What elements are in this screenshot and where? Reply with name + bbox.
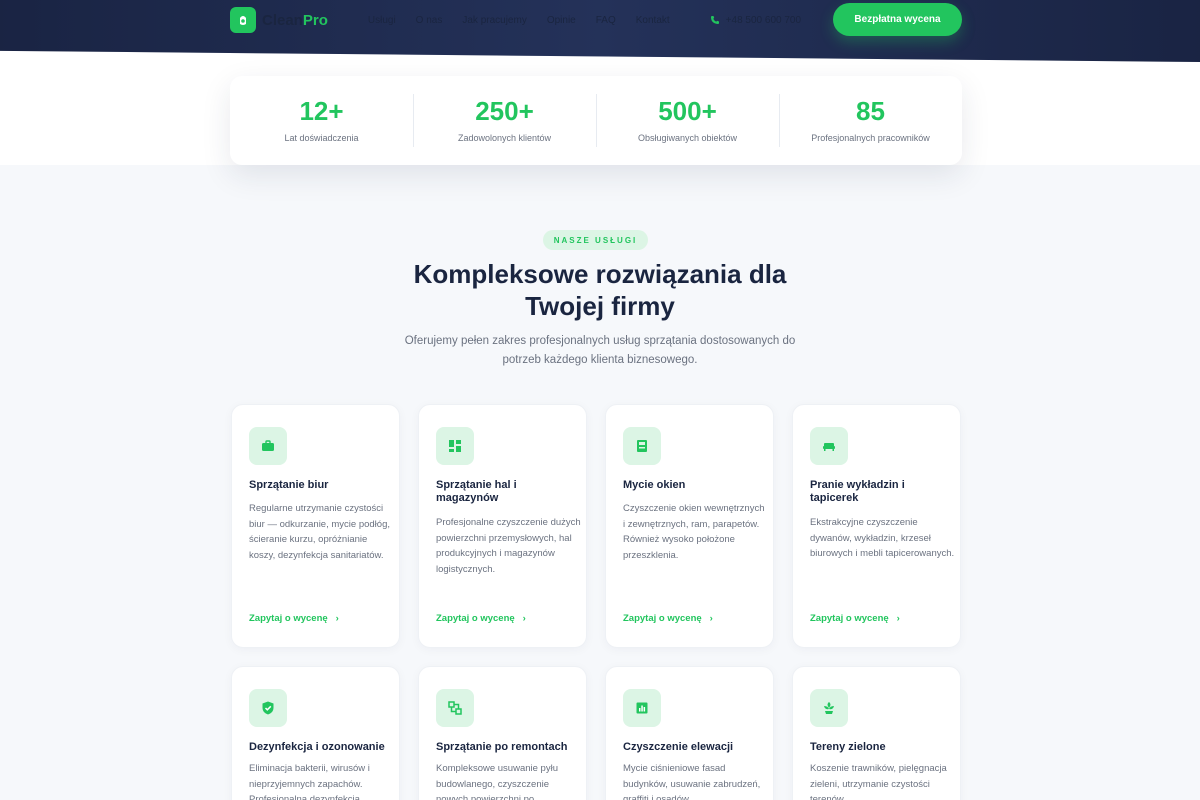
- chevron-right-icon: ›: [335, 613, 339, 624]
- service-description: Kompleksowe usuwanie pyłu budowlanego, c…: [436, 763, 558, 800]
- service-title: Sprzątanie biur: [249, 479, 329, 491]
- section-title: Kompleksowe rozwiązania dla Twojej firmy: [350, 258, 850, 322]
- service-title: Mycie okien: [623, 479, 686, 491]
- logo-text-clean: Clean: [262, 11, 303, 29]
- service-card[interactable]: Dezynfekcja i ozonowanie Eliminacja bakt…: [231, 666, 400, 800]
- building-icon: [623, 689, 661, 727]
- service-card[interactable]: Tereny zielone Koszenie trawników, pielę…: [792, 666, 961, 800]
- service-description: Ekstrakcyjne czyszczenie dywanów, wykład…: [810, 517, 955, 559]
- briefcase-icon: [249, 427, 287, 465]
- service-card[interactable]: Sprzątanie biur Regularne utrzymanie czy…: [231, 404, 400, 648]
- nav-link-kontakt[interactable]: Kontakt: [636, 15, 670, 26]
- quote-link[interactable]: Zapytaj o wycenę ›: [810, 613, 900, 624]
- service-card[interactable]: Pranie wykładzin i tapicerek Ekstrakcyjn…: [792, 404, 961, 648]
- stat-value: 12+: [299, 96, 344, 126]
- stat-item: 250+ Zadowolonych klientów: [413, 76, 596, 165]
- sofa-icon: [810, 427, 848, 465]
- chevron-right-icon: ›: [896, 613, 900, 624]
- service-card[interactable]: Mycie okien Czyszczenie okien wewnętrzny…: [605, 404, 774, 648]
- section-subtitle: Oferujemy pełen zakres profesjonalnych u…: [404, 335, 796, 366]
- stat-label: Obsługiwanych obiektów: [637, 133, 738, 143]
- quote-link-label: Zapytaj o wycenę: [810, 613, 889, 624]
- service-title: Dezynfekcja i ozonowanie: [249, 741, 385, 753]
- stats-card: 12+ Lat doświadczenia 250+ Zadowolonych …: [230, 76, 962, 165]
- shield-check-icon: [249, 689, 287, 727]
- service-title: Sprzątanie hal i magazynów: [436, 479, 517, 504]
- logo-text-pro: Pro: [302, 11, 328, 29]
- service-title: Pranie wykładzin i tapicerek: [810, 479, 905, 504]
- stat-value: 500+: [658, 96, 717, 126]
- tools-icon: [436, 689, 474, 727]
- logo[interactable]: CleanPro: [230, 7, 328, 33]
- window-icon: [623, 427, 661, 465]
- nav-link-opinie[interactable]: Opinie: [547, 15, 576, 26]
- logo-icon: [230, 7, 256, 33]
- service-description: Czyszczenie okien wewnętrznych i zewnętr…: [623, 503, 765, 561]
- chevron-right-icon: ›: [709, 613, 713, 624]
- nav-link-uslugi[interactable]: Usługi: [368, 15, 396, 26]
- section-title-line1: Kompleksowe rozwiązania dla: [413, 259, 787, 289]
- stat-label: Lat doświadczenia: [284, 133, 359, 143]
- stat-label: Profesjonalnych pracowników: [811, 133, 930, 143]
- stat-value: 85: [856, 96, 885, 126]
- stat-item: 85 Profesjonalnych pracowników: [779, 76, 962, 165]
- service-title: Sprzątanie po remontach: [436, 741, 568, 753]
- service-description: Mycie ciśnieniowe fasad budynków, usuwan…: [623, 763, 761, 800]
- nav-link-o-nas[interactable]: O nas: [416, 15, 443, 26]
- service-description: Profesjonalne czyszczenie dużych powierz…: [436, 517, 581, 575]
- quote-link-label: Zapytaj o wycenę: [623, 613, 702, 624]
- section-badge: NASZE USŁUGI: [543, 230, 648, 250]
- quote-link-label: Zapytaj o wycenę: [249, 613, 328, 624]
- logo-text: CleanPro: [262, 12, 328, 29]
- service-card[interactable]: Czyszczenie elewacji Mycie ciśnieniowe f…: [605, 666, 774, 800]
- quote-link-label: Zapytaj o wycenę: [436, 613, 515, 624]
- plant-icon: [810, 689, 848, 727]
- stat-value: 250+: [475, 96, 534, 126]
- service-description: Regularne utrzymanie czystości biur — od…: [249, 503, 390, 561]
- service-description: Koszenie trawników, pielęgnacja zieleni,…: [810, 763, 947, 800]
- service-card[interactable]: Sprzątanie po remontach Kompleksowe usuw…: [418, 666, 587, 800]
- free-quote-button[interactable]: Bezpłatna wycena: [833, 3, 962, 36]
- chevron-right-icon: ›: [522, 613, 526, 624]
- nav-link-jak-pracujemy[interactable]: Jak pracujemy: [462, 15, 526, 26]
- phone-link[interactable]: +48 500 600 700: [710, 15, 801, 26]
- service-description: Eliminacja bakterii, wirusów i nieprzyje…: [249, 763, 370, 800]
- quote-link[interactable]: Zapytaj o wycenę ›: [623, 613, 713, 624]
- stat-item: 12+ Lat doświadczenia: [230, 76, 413, 165]
- service-title: Czyszczenie elewacji: [623, 741, 734, 753]
- quote-link[interactable]: Zapytaj o wycenę ›: [436, 613, 526, 624]
- warehouse-icon: [436, 427, 474, 465]
- service-title: Tereny zielone: [810, 741, 886, 753]
- stat-label: Zadowolonych klientów: [457, 133, 552, 143]
- nav-link-faq[interactable]: FAQ: [596, 15, 616, 26]
- stat-item: 500+ Obsługiwanych obiektów: [596, 76, 779, 165]
- quote-link[interactable]: Zapytaj o wycenę ›: [249, 613, 339, 624]
- phone-icon: [710, 16, 719, 24]
- phone-number: +48 500 600 700: [725, 14, 802, 26]
- nav-links: Usługi O nas Jak pracujemy Opinie FAQ Ko…: [368, 15, 670, 26]
- section-title-line2: Twojej firmy: [525, 291, 675, 321]
- service-card[interactable]: Sprzątanie hal i magazynów Profesjonalne…: [418, 404, 587, 648]
